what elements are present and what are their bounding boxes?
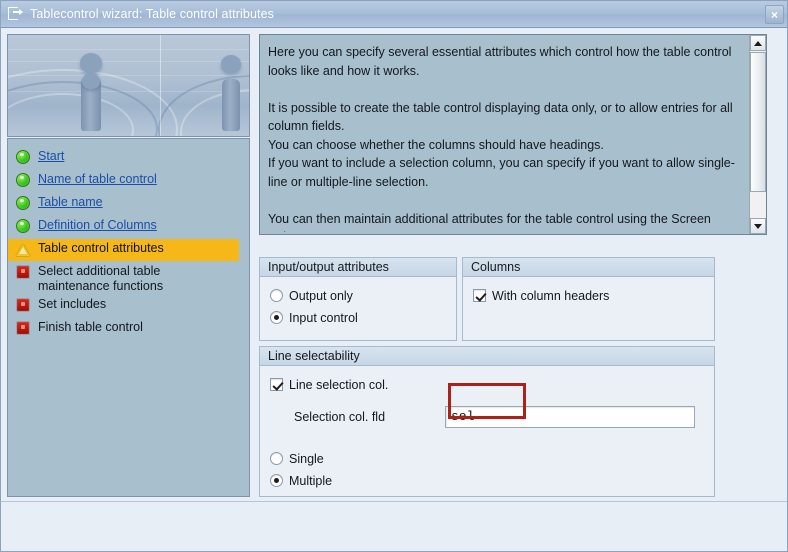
red-square-icon [16,265,30,279]
sidebar-item-table-name[interactable]: Table name [8,193,249,215]
checkbox-label: Line selection col. [289,377,389,392]
group-input-output-attributes: Input/output attributes Output only Inpu… [259,257,457,341]
group-title: Line selectability [260,347,714,366]
checkbox-with-column-headers[interactable]: With column headers [473,286,714,305]
wizard-step-list: Start Name of table control Table name D… [7,138,250,497]
radio-single[interactable]: Single [270,449,332,468]
group-title: Columns [463,258,714,277]
sidebar-item-label: Set includes [38,297,107,311]
sidebar-item-label: Table control attributes [38,241,164,255]
footer-button-bar: 返回 继续 ✘ 取消 SAP新闻阁 [1,501,787,551]
radio-icon-selected [270,474,283,487]
description-text: Here you can specify several essential a… [268,45,735,232]
sidebar-item-select-additional-table-maintenance-functions[interactable]: Select additional table maintenance func… [8,262,249,294]
green-sphere-icon [16,196,30,210]
group-columns: Columns With column headers [462,257,715,341]
radio-label: Multiple [289,473,333,488]
radio-label: Input control [289,310,358,325]
green-sphere-icon [16,150,30,164]
radio-icon [270,289,283,302]
radio-icon [270,452,283,465]
sidebar-item-set-includes[interactable]: Set includes [8,295,249,317]
green-sphere-icon [16,173,30,187]
title-bar: Tablecontrol wizard: Table control attri… [1,1,787,28]
sidebar-item-label: Name of table control [38,172,157,186]
sidebar-item-table-control-attributes[interactable]: Table control attributes [8,239,239,261]
yellow-triangle-icon [16,242,30,256]
radio-input-control[interactable]: Input control [270,308,456,327]
checkbox-icon-checked [270,378,283,391]
red-square-icon [16,321,30,335]
wizard-icon [8,7,23,21]
group-title: Input/output attributes [260,258,456,277]
sidebar-item-label: Start [38,149,65,163]
selection-col-field-label: Selection col. fld [294,410,386,424]
scroll-up-icon[interactable] [750,35,766,51]
radio-output-only[interactable]: Output only [270,286,456,305]
sidebar-item-start[interactable]: Start [8,147,249,169]
radio-label: Output only [289,288,353,303]
sidebar-item-label: Definition of Columns [38,218,157,232]
group-line-selectability: Line selectability Line selection col. S… [259,346,715,497]
checkbox-label: With column headers [492,288,610,303]
radio-icon-selected [270,311,283,324]
close-icon[interactable]: × [765,5,784,24]
sidebar-item-name-of-table-control[interactable]: Name of table control [8,170,249,192]
scroll-down-icon[interactable] [750,218,766,234]
checkbox-icon-checked [473,289,486,302]
sidebar-item-label: Finish table control [38,320,143,334]
window-title: Tablecontrol wizard: Table control attri… [30,7,274,21]
scrollbar-thumb[interactable] [750,52,766,192]
selection-column-field-row: Selection col. fld sel [270,404,706,430]
sidebar-item-label: Table name [38,195,103,209]
sidebar-item-finish-table-control[interactable]: Finish table control [8,318,249,340]
red-square-icon [16,298,30,312]
radio-label: Single [289,451,324,466]
dialog-window: Tablecontrol wizard: Table control attri… [0,0,788,552]
green-sphere-icon [16,219,30,233]
wizard-banner-image [7,34,250,137]
sidebar-item-label: Select additional table maintenance func… [38,264,164,293]
left-column: Start Name of table control Table name D… [7,34,250,497]
radio-multiple[interactable]: Multiple [270,471,332,490]
selection-col-field-input[interactable]: sel [445,406,695,428]
sidebar-item-definition-of-columns[interactable]: Definition of Columns [8,216,249,238]
line-selection-mode-radios: Single Multiple [270,449,332,493]
description-scrollbar[interactable] [749,35,766,234]
description-panel: Here you can specify several essential a… [259,34,767,235]
checkbox-line-selection-col[interactable]: Line selection col. [270,375,714,394]
